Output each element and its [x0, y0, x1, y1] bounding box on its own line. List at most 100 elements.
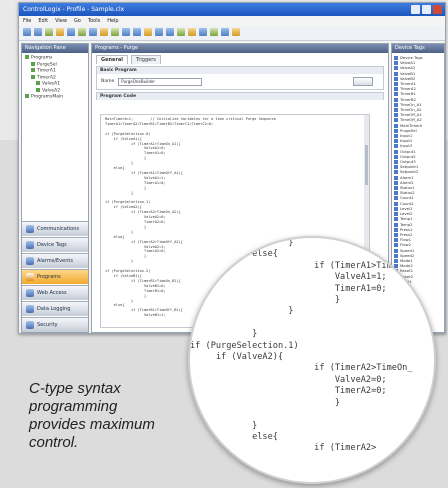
nav-button-label: Programs — [37, 274, 61, 280]
tree-item-label: ProgramsMain — [31, 94, 64, 100]
caption-line: C-type syntax — [29, 380, 121, 397]
minimize-button[interactable] — [411, 5, 420, 14]
menu-item[interactable]: Help — [107, 16, 118, 26]
toolbar-button-icon[interactable] — [199, 28, 207, 36]
nav-button-icon — [26, 321, 34, 329]
nav-button[interactable]: Communications — [22, 221, 88, 236]
toolbar-button-icon[interactable] — [155, 28, 163, 36]
toolbar-button-icon[interactable] — [177, 28, 185, 36]
tag-icon — [394, 66, 398, 71]
tag-icon — [394, 118, 398, 123]
menu-item[interactable]: File — [23, 16, 31, 26]
navigation-pane-header: Navigation Pane — [22, 44, 88, 53]
toolbar-button-icon[interactable] — [188, 28, 196, 36]
menu-item[interactable]: View — [55, 16, 67, 26]
menu-item[interactable]: Tools — [88, 16, 100, 26]
nav-button-icon — [26, 225, 34, 233]
name-label: Name — [101, 79, 115, 84]
tree-item-label: TimerA1 — [37, 68, 56, 74]
tree-item-label: ValveA1 — [42, 81, 61, 87]
toolbar-button-icon[interactable] — [232, 28, 240, 36]
program-icon — [25, 55, 29, 59]
toolbar-button-icon[interactable] — [56, 28, 64, 36]
program-icon — [31, 61, 35, 66]
caption-line: provides maximum — [29, 416, 155, 433]
toolbar-button-icon[interactable] — [23, 28, 31, 36]
nav-button-icon — [26, 289, 34, 297]
tag-icon — [394, 170, 398, 175]
name-row: Name PurgeOneBuilder — [97, 74, 383, 89]
maximize-button[interactable] — [422, 5, 431, 14]
editor-tabs: General Triggers — [92, 53, 388, 64]
toolbar-button-icon[interactable] — [89, 28, 97, 36]
toolbar-button-icon[interactable] — [78, 28, 86, 36]
toolbar — [19, 26, 445, 41]
tag-icon — [394, 196, 398, 201]
nav-button-label: Web Access — [37, 290, 67, 296]
toolbar-button-icon[interactable] — [100, 28, 108, 36]
nav-button-icon — [26, 305, 34, 313]
name-input[interactable]: PurgeOneBuilder — [118, 77, 203, 86]
title-bar: ControlLogix - Profile - Sample.clx — [19, 3, 445, 16]
menu-item[interactable]: Go — [74, 16, 81, 26]
nav-button[interactable]: Security — [22, 317, 88, 332]
nav-button-icon — [26, 273, 34, 281]
program-icon — [31, 68, 35, 72]
magnified-code: } else{ if (TimerA1>TimeOf ValveA1=1; Ti… — [190, 238, 413, 454]
toolbar-button-icon[interactable] — [144, 28, 152, 36]
program-icon — [31, 74, 35, 79]
nav-button[interactable]: Device Tags — [22, 237, 88, 252]
nav-button-label: Security — [37, 322, 58, 328]
menu-item[interactable]: Edit — [38, 16, 48, 26]
editor-tab[interactable]: Triggers — [131, 55, 161, 64]
program-icon — [25, 94, 29, 98]
tree-item-label: TimerA2 — [37, 75, 56, 80]
nav-button[interactable]: Programs — [22, 269, 88, 284]
nav-button[interactable]: Alarms/Events — [22, 253, 88, 268]
basic-program-section: Basic Program Name PurgeOneBuilder — [96, 66, 384, 90]
toolbar-button-icon[interactable] — [166, 28, 174, 36]
close-button[interactable] — [433, 5, 442, 14]
device-tags-header: Device Tags — [392, 44, 444, 53]
toolbar-button-icon[interactable] — [221, 28, 229, 36]
window-controls — [411, 5, 442, 14]
browse-button[interactable] — [353, 77, 373, 86]
navigation-pane: Navigation Pane Programs PurgeSel TimerA1 T… — [21, 43, 89, 333]
program-icon — [36, 81, 40, 85]
tree-item-label: ValveA2 — [42, 88, 61, 93]
nav-button[interactable]: Web Access — [22, 285, 88, 300]
scrollbar-thumb[interactable] — [365, 145, 368, 185]
program-icon — [36, 87, 40, 92]
tree-item-label: Programs — [31, 55, 53, 61]
nav-button-label: Device Tags — [37, 242, 67, 248]
tag-icon — [394, 92, 398, 97]
nav-button-label: Communications — [37, 226, 80, 232]
tag-icon — [394, 217, 398, 222]
menu-bar: File Edit View Go Tools Help — [19, 16, 445, 26]
toolbar-button-icon[interactable] — [111, 28, 119, 36]
toolbar-button-icon[interactable] — [210, 28, 218, 36]
tag-icon — [394, 144, 398, 149]
caption-line: control. — [29, 434, 79, 451]
editor-tab[interactable]: General — [96, 55, 128, 64]
caption: C-type syntax programming provides maximum… — [29, 380, 179, 452]
program-tree: Programs PurgeSel TimerA1 TimerA2 ValveA1 Val… — [22, 53, 88, 103]
nav-button-label: Alarms/Events — [37, 258, 73, 264]
navigation-buttons: Communications Device Tags Alarms/Events Pr… — [22, 220, 88, 332]
tag-icon — [394, 222, 398, 227]
code-magnifier: } else{ if (TimerA1>TimeOf ValveA1=1; Ti… — [188, 236, 436, 484]
editor-header: Programs - Purge — [92, 44, 388, 53]
nav-button-label: Data Logging — [37, 306, 71, 312]
tree-item-label: PurgeSel — [37, 62, 57, 67]
caption-line: programming — [29, 398, 118, 415]
tree-item[interactable]: ProgramsMain — [25, 94, 85, 101]
nav-button-icon — [26, 241, 34, 249]
toolbar-button-icon[interactable] — [122, 28, 130, 36]
program-code-heading: Program Code — [97, 93, 383, 100]
toolbar-button-icon[interactable] — [67, 28, 75, 36]
toolbar-button-icon[interactable] — [45, 28, 53, 36]
toolbar-button-icon[interactable] — [34, 28, 42, 36]
toolbar-button-icon[interactable] — [133, 28, 141, 36]
program-code-section: Program Code — [96, 92, 384, 100]
nav-button[interactable]: Data Logging — [22, 301, 88, 316]
